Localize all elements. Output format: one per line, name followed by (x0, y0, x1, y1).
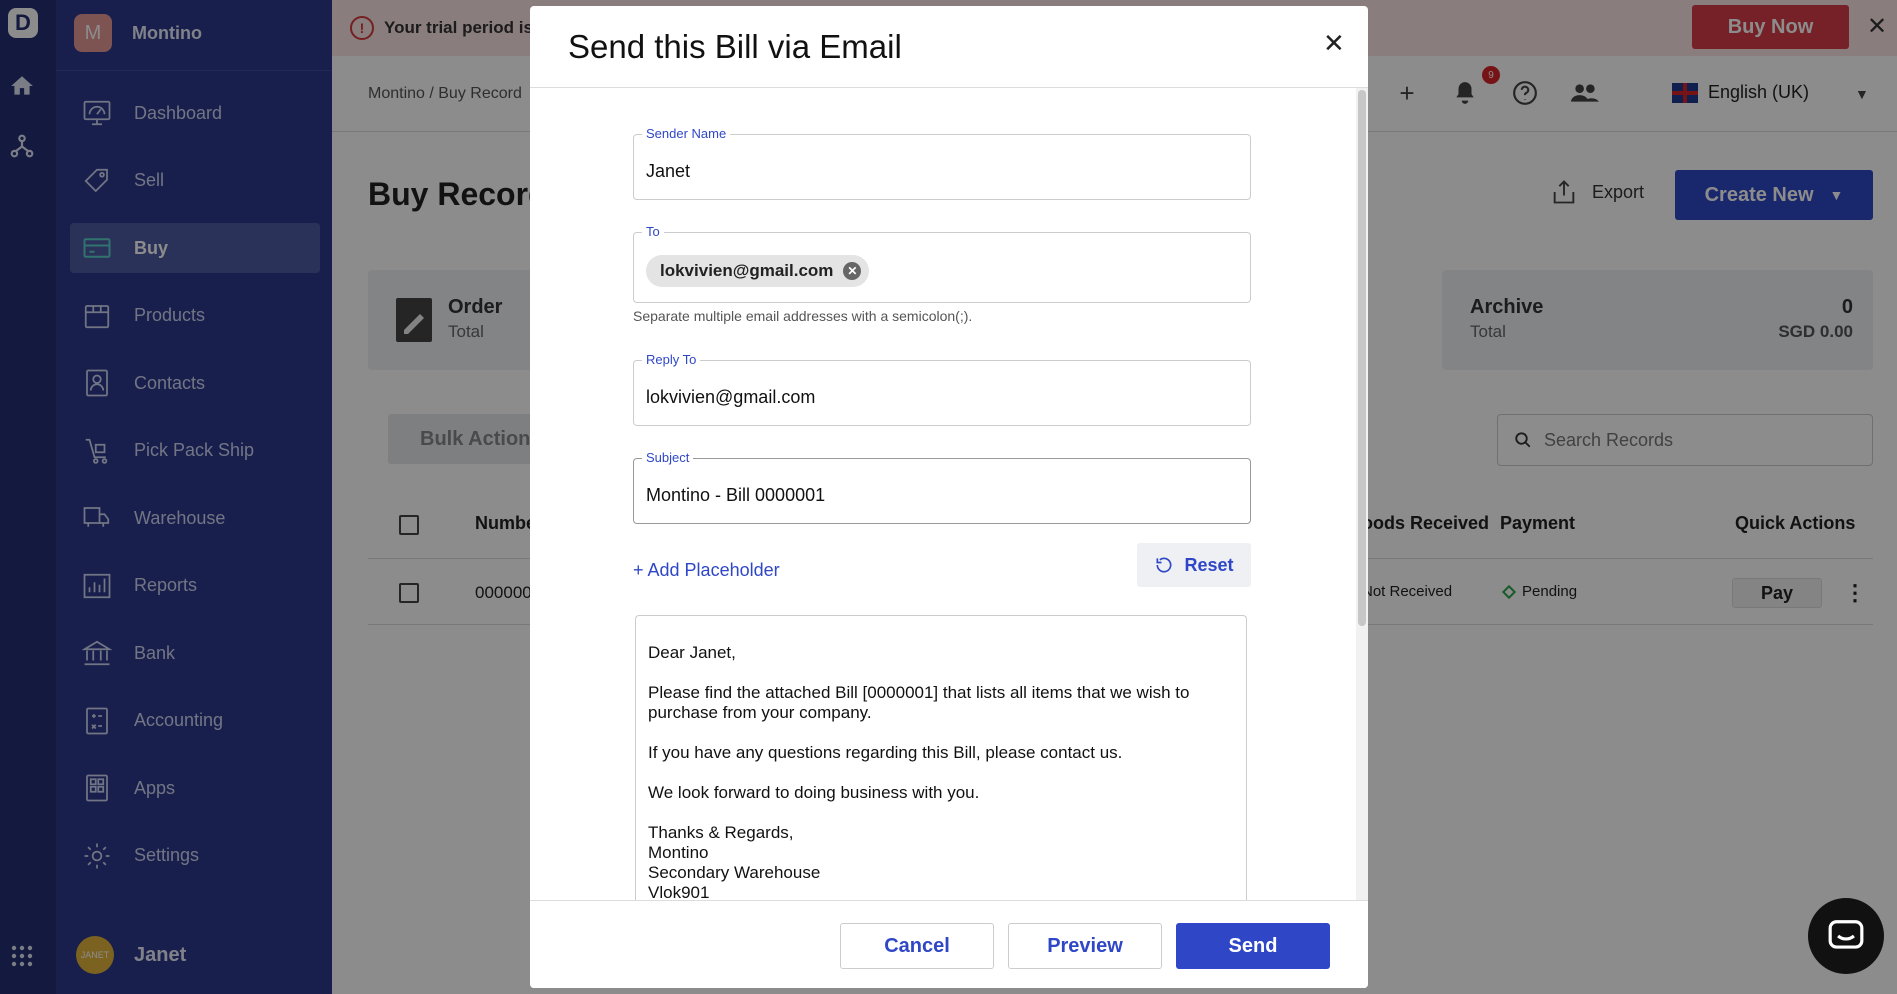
body-signature-line: Thanks & Regards, (648, 823, 794, 842)
dialog-header: Send this Bill via Email ✕ (530, 6, 1368, 88)
email-body-editor[interactable]: Dear Janet, Please find the attached Bil… (635, 615, 1247, 905)
dialog-title: Send this Bill via Email (568, 28, 902, 65)
sender-name-field[interactable]: Sender Name Janet (633, 126, 1251, 200)
dialog-scrollbar[interactable] (1356, 88, 1368, 900)
sender-name-label: Sender Name (642, 126, 731, 141)
dialog-footer: Cancel Preview Send (530, 900, 1368, 988)
body-paragraph: We look forward to doing business with y… (648, 783, 980, 802)
cancel-button[interactable]: Cancel (840, 923, 994, 969)
to-hint: Separate multiple email addresses with a… (633, 308, 973, 324)
send-bill-email-dialog: Send this Bill via Email ✕ Sender Name J… (530, 6, 1368, 988)
recipient-chip[interactable]: lokvivien@gmail.com ✕ (646, 255, 870, 287)
subject-value: Montino - Bill 0000001 (646, 485, 826, 505)
reply-to-value: lokvivien@gmail.com (646, 387, 816, 407)
dialog-body: Sender Name Janet To lokvivien@gmail.com… (530, 88, 1356, 905)
reset-icon (1156, 557, 1172, 573)
to-field[interactable]: To lokvivien@gmail.com ✕ (633, 224, 1251, 303)
send-button[interactable]: Send (1176, 923, 1330, 969)
chat-icon (1828, 920, 1864, 949)
add-placeholder-link[interactable]: + Add Placeholder (633, 560, 780, 581)
body-signature-line: Montino (648, 843, 709, 862)
close-icon[interactable]: ✕ (1323, 28, 1345, 59)
recipient-chip-label: lokvivien@gmail.com (660, 261, 834, 280)
to-label: To (642, 224, 664, 239)
reset-button[interactable]: Reset (1137, 543, 1251, 587)
subject-field[interactable]: Subject Montino - Bill 0000001 (633, 450, 1251, 524)
email-body-content: Dear Janet, Please find the attached Bil… (648, 643, 1228, 903)
reply-to-field[interactable]: Reply To lokvivien@gmail.com (633, 352, 1251, 426)
body-paragraph: If you have any questions regarding this… (648, 743, 1123, 762)
chat-button[interactable] (1808, 898, 1884, 974)
body-signature-line: Secondary Warehouse (648, 863, 821, 882)
sender-name-value: Janet (646, 161, 691, 181)
body-paragraph: Please find the attached Bill [0000001] … (648, 683, 1190, 722)
remove-chip-icon[interactable]: ✕ (843, 262, 862, 280)
scrollbar-thumb[interactable] (1358, 90, 1366, 626)
body-greeting: Dear Janet, (648, 643, 736, 662)
subject-label: Subject (642, 450, 694, 465)
preview-button[interactable]: Preview (1008, 923, 1162, 969)
reset-label: Reset (1184, 554, 1234, 575)
reply-to-label: Reply To (642, 352, 701, 367)
